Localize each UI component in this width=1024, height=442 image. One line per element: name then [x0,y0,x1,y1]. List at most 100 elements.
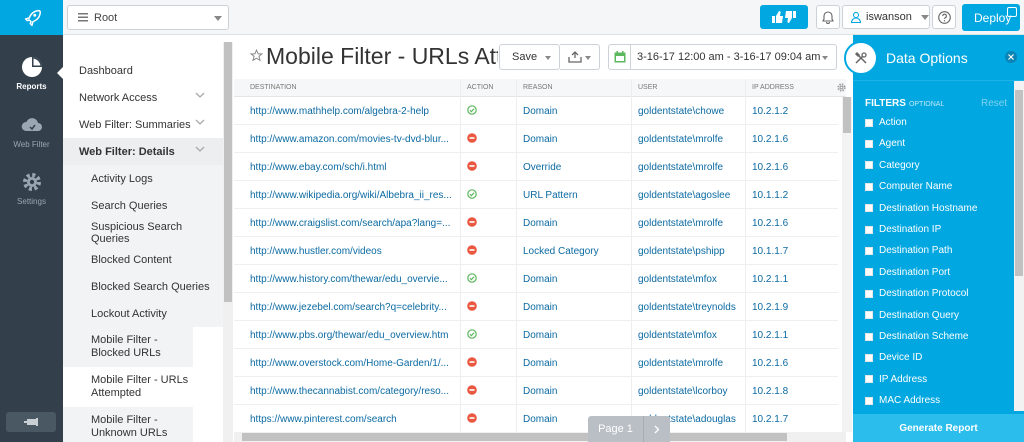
filter-option[interactable]: Agent [865,138,905,149]
star-icon[interactable] [250,49,263,62]
generate-report-button[interactable]: Generate Report [853,414,1024,442]
table-row[interactable]: https://www.pinterest.com/search Domain go… [234,405,838,432]
cell-reason[interactable]: Domain [523,134,557,145]
filter-checkbox[interactable] [865,161,873,170]
column-header-destination[interactable]: Destination [250,84,297,91]
filter-checkbox[interactable] [865,225,873,234]
filter-option[interactable]: Destination Protocol [865,288,969,299]
cell-reason[interactable]: Domain [523,218,557,229]
date-range-button[interactable]: 3-16-17 12:00 am - 3-16-17 09:04 am [608,44,837,70]
cell-user[interactable]: goldentstate\chowe [638,106,748,117]
save-button[interactable]: Save [499,44,560,70]
cell-destination[interactable]: http://www.overstock.com/Home-Garden/1/.… [250,358,455,369]
notifications-button[interactable] [816,5,840,29]
sidebar-item-blocked-content[interactable]: Blocked Content [63,246,223,273]
filter-option[interactable]: Destination Path [865,245,952,256]
cell-reason[interactable]: Domain [523,106,557,117]
cell-destination[interactable]: http://www.mathhelp.com/algebra-2-help [250,106,455,117]
filter-option[interactable]: Device ID [865,352,922,363]
cell-user[interactable]: goldentstate\mfox [638,274,748,285]
filter-option[interactable]: Destination Port [865,267,950,278]
cell-ip[interactable]: 10.2.1.6 [752,218,788,229]
filter-option[interactable]: Destination IP [865,224,941,235]
filter-checkbox[interactable] [865,118,873,127]
filter-checkbox[interactable] [865,182,873,191]
table-vertical-scrollbar[interactable] [842,97,852,432]
cell-ip[interactable]: 10.1.1.7 [752,246,788,257]
table-vertical-scrollbar-thumb[interactable] [843,97,851,133]
column-header-ip[interactable]: IP Address [752,84,794,91]
table-row[interactable]: http://www.history.com/thewar/edu_overvi… [234,265,838,293]
help-button[interactable] [932,5,956,29]
next-page-button[interactable] [643,416,670,442]
table-row[interactable]: http://www.mathhelp.com/algebra-2-help Do… [234,97,838,125]
cell-ip[interactable]: 10.2.1.6 [752,134,788,145]
column-header-user[interactable]: User [638,84,657,91]
table-row[interactable]: http://www.wikipedia.org/wiki/Albebra_ii… [234,181,838,209]
sidebar-item-blocked-search-queries[interactable]: Blocked Search Queries [63,273,223,300]
filter-checkbox[interactable] [865,139,873,148]
cell-destination[interactable]: http://www.jezebel.com/search?q=celebrit… [250,302,455,313]
filter-checkbox[interactable] [865,204,873,213]
sidebar-item-search-queries[interactable]: Search Queries [63,192,223,219]
root-select[interactable]: Root [67,5,229,30]
cell-user[interactable]: goldentstate\mfox [638,330,748,341]
column-header-reason[interactable]: Reason [523,84,553,91]
table-row[interactable]: http://www.ebay.com/sch/i.html Override go… [234,153,838,181]
panel-close-button[interactable] [1005,51,1017,63]
cell-ip[interactable]: 10.2.1.1 [752,274,788,285]
sidebar-item-mobile-urls-attempted[interactable]: Mobile Filter - URLs Attempted [63,367,193,407]
sidebar-item-activity-logs[interactable]: Activity Logs [63,165,223,192]
cell-ip[interactable]: 10.2.1.6 [752,358,788,369]
cell-reason[interactable]: Domain [523,330,557,341]
cell-user[interactable]: goldentstate\mrolfe [638,218,748,229]
cell-user[interactable]: goldentstate\treynolds [638,302,748,313]
column-header-action[interactable]: Action [467,84,493,91]
cell-ip[interactable]: 10.2.1.1 [752,330,788,341]
gear-icon[interactable] [836,82,846,93]
cell-reason[interactable]: Domain [523,302,557,313]
cell-user[interactable]: goldentstate\pshipp [638,246,748,257]
pin-button[interactable] [6,412,56,432]
cell-user[interactable]: goldentstate\mrolfe [638,134,748,145]
cell-ip[interactable]: 10.2.1.9 [752,302,788,313]
cell-ip[interactable]: 10.2.1.2 [752,106,788,117]
cell-destination[interactable]: http://www.thecannabist.com/category/res… [250,386,455,397]
filter-checkbox[interactable] [865,289,873,298]
sidebar-item-network-access[interactable]: Network Access [63,84,223,111]
rail-settings[interactable]: Settings [0,170,63,206]
cell-reason[interactable]: URL Pattern [523,190,578,201]
cell-destination[interactable]: http://www.pbs.org/thewar/edu_overview.h… [250,330,455,341]
sidebar-scrollbar-thumb[interactable] [224,42,232,302]
table-row[interactable]: http://www.thecannabist.com/category/res… [234,377,838,405]
cell-user[interactable]: goldentstate\mrolfe [638,162,748,173]
sidebar-item-mobile-unknown-urls[interactable]: Mobile Filter - Unknown URLs [63,407,193,442]
data-options-toggle[interactable] [844,41,878,75]
table-row[interactable]: http://www.amazon.com/movies-tv-dvd-blur… [234,125,838,153]
sidebar-item-dashboard[interactable]: Dashboard [63,57,223,84]
export-button[interactable] [560,44,600,70]
cell-destination[interactable]: http://www.craigslist.com/search/apa?lan… [250,218,455,229]
filter-checkbox[interactable] [865,353,873,362]
cell-destination[interactable]: http://www.wikipedia.org/wiki/Albebra_ii… [250,190,455,201]
cell-reason[interactable]: Domain [523,274,557,285]
table-horizontal-scrollbar-thumb[interactable] [242,433,787,441]
cell-ip[interactable]: 10.2.1.8 [752,386,788,397]
cell-reason[interactable]: Locked Category [523,246,599,257]
cell-reason[interactable]: Domain [523,414,557,425]
sidebar-item-web-filter-details[interactable]: Web Filter: Details [63,138,223,165]
deploy-button[interactable]: Deploy [962,4,1020,31]
feedback-button[interactable] [760,5,808,29]
cell-user[interactable]: goldentstate\mrolfe [638,358,748,369]
user-menu[interactable]: iswanson [842,5,930,29]
cell-ip[interactable]: 10.2.1.6 [752,162,788,173]
filter-option[interactable]: Destination Scheme [865,331,969,342]
filter-option[interactable]: Computer Name [865,181,952,192]
panel-scrollbar[interactable] [1014,81,1024,411]
table-row[interactable]: http://www.pbs.org/thewar/edu_overview.h… [234,321,838,349]
filter-option[interactable]: Destination Query [865,310,959,321]
cell-destination[interactable]: http://www.amazon.com/movies-tv-dvd-blur… [250,134,455,145]
table-row[interactable]: http://www.overstock.com/Home-Garden/1/.… [234,349,838,377]
filter-option[interactable]: IP Address [865,374,927,385]
cell-destination[interactable]: https://www.pinterest.com/search [250,414,455,425]
